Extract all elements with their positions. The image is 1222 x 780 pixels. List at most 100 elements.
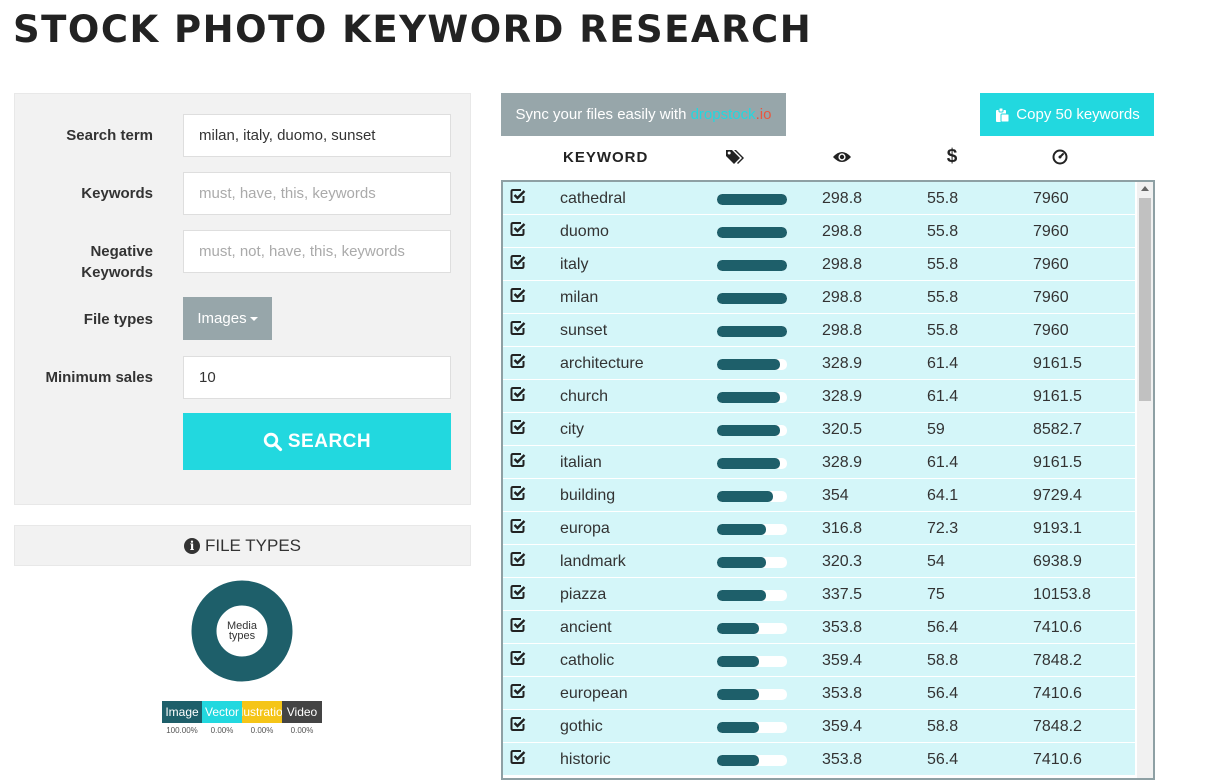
checkbox-checked-icon[interactable] (510, 386, 526, 402)
views-value: 328.9 (822, 388, 863, 405)
keyword-text: architecture (560, 355, 644, 372)
dropstock-link[interactable]: dropstock (691, 106, 756, 123)
legend-percent: 100.00% (166, 726, 198, 735)
caret-down-icon (249, 317, 258, 322)
table-row[interactable]: historic 353.8 56.4 7410.6 (503, 743, 1135, 776)
file-types-dropdown[interactable]: Images (183, 297, 272, 340)
checkbox-checked-icon[interactable] (510, 452, 526, 468)
table-row[interactable]: ancient 353.8 56.4 7410.6 (503, 611, 1135, 644)
relevance-bar (717, 392, 787, 403)
checkbox-checked-icon[interactable] (510, 749, 526, 765)
views-value: 353.8 (822, 619, 863, 636)
keyword-text: duomo (560, 223, 609, 240)
table-row[interactable]: architecture 328.9 61.4 9161.5 (503, 347, 1135, 380)
eye-icon[interactable] (831, 144, 853, 170)
search-button[interactable]: SEARCH (183, 413, 451, 470)
checkbox-checked-icon[interactable] (510, 617, 526, 633)
views-value: 359.4 (822, 718, 863, 735)
table-row[interactable]: milan 298.8 55.8 7960 (503, 281, 1135, 314)
search-term-input[interactable] (183, 114, 451, 157)
keyword-text: piazza (560, 586, 607, 603)
table-row[interactable]: gothic 359.4 58.8 7848.2 (503, 710, 1135, 743)
legend-item[interactable]: Video 0.00% (282, 701, 322, 735)
checkbox-checked-icon[interactable] (510, 254, 526, 270)
checkbox-checked-icon[interactable] (510, 485, 526, 501)
keyword-column-header[interactable]: KEYWORD (563, 144, 648, 170)
table-row[interactable]: city 320.5 59 8582.7 (503, 413, 1135, 446)
sales-value: 7960 (1033, 190, 1069, 207)
relevance-bar-fill (717, 755, 759, 766)
checkbox-checked-icon[interactable] (510, 188, 526, 204)
checkbox-checked-icon[interactable] (510, 221, 526, 237)
checkbox-checked-icon[interactable] (510, 716, 526, 732)
price-value: 61.4 (927, 355, 959, 372)
sales-value: 9161.5 (1033, 454, 1082, 471)
sales-value: 9161.5 (1033, 355, 1082, 372)
table-row[interactable]: italy 298.8 55.8 7960 (503, 248, 1135, 281)
keyword-text: milan (560, 289, 599, 306)
checkbox-checked-icon[interactable] (510, 683, 526, 699)
legend-item[interactable]: Illustration 0.00% (242, 701, 282, 735)
table-row[interactable]: duomo 298.8 55.8 7960 (503, 215, 1135, 248)
table-row[interactable]: europa 316.8 72.3 9193.1 (503, 512, 1135, 545)
checkbox-checked-icon[interactable] (510, 551, 526, 567)
table-row[interactable]: building 354 64.1 9729.4 (503, 479, 1135, 512)
table-row[interactable]: piazza 337.5 75 10153.8 (503, 578, 1135, 611)
relevance-bar-fill (717, 392, 780, 403)
relevance-bar (717, 689, 787, 700)
sales-value: 9161.5 (1033, 388, 1082, 405)
legend-item[interactable]: Image 100.00% (162, 701, 202, 735)
keywords-input[interactable] (183, 172, 451, 215)
relevance-bar-fill (717, 458, 780, 469)
legend-percent: 0.00% (210, 726, 234, 735)
sales-value: 9729.4 (1033, 487, 1082, 504)
sales-value: 10153.8 (1033, 586, 1091, 603)
views-value: 328.9 (822, 454, 863, 471)
negative-keywords-input[interactable] (183, 230, 451, 273)
checkbox-checked-icon[interactable] (510, 353, 526, 369)
copy-keywords-button[interactable]: Copy 50 keywords (980, 93, 1154, 136)
relevance-bar-fill (717, 623, 759, 634)
sales-value: 7960 (1033, 223, 1069, 240)
clipboard-icon (996, 107, 1010, 122)
relevance-bar (717, 425, 787, 436)
minimum-sales-input[interactable] (183, 356, 451, 399)
sales-value: 7410.6 (1033, 685, 1082, 702)
tags-icon[interactable] (724, 144, 748, 170)
table-row[interactable]: cathedral 298.8 55.8 7960 (503, 182, 1135, 215)
table-row[interactable]: catholic 359.4 58.8 7848.2 (503, 644, 1135, 677)
checkbox-checked-icon[interactable] (510, 518, 526, 534)
table-row[interactable]: landmark 320.3 54 6938.9 (503, 545, 1135, 578)
price-value: 55.8 (927, 256, 959, 273)
dollar-icon[interactable]: $ (943, 144, 961, 170)
table-scrollbar[interactable] (1137, 182, 1153, 778)
views-value: 328.9 (822, 355, 863, 372)
scroll-up-arrow-icon[interactable] (1141, 186, 1149, 191)
checkbox-checked-icon[interactable] (510, 650, 526, 666)
dropstock-link-tld[interactable]: .io (756, 106, 772, 123)
scroll-thumb[interactable] (1139, 198, 1151, 401)
keyword-text: italian (560, 454, 602, 471)
legend-item[interactable]: Vector 0.00% (202, 701, 242, 735)
price-value: 61.4 (927, 388, 959, 405)
sync-banner[interactable]: Sync your files easily with dropstock .io (501, 93, 786, 136)
price-value: 72.3 (927, 520, 959, 537)
table-row[interactable]: italian 328.9 61.4 9161.5 (503, 446, 1135, 479)
views-value: 337.5 (822, 586, 863, 603)
checkbox-checked-icon[interactable] (510, 419, 526, 435)
keywords-label: Keywords (81, 185, 153, 202)
relevance-bar-fill (717, 194, 787, 205)
checkbox-checked-icon[interactable] (510, 287, 526, 303)
checkbox-checked-icon[interactable] (510, 584, 526, 600)
table-row[interactable]: sunset 298.8 55.8 7960 (503, 314, 1135, 347)
table-row[interactable]: european 353.8 56.4 7410.6 (503, 677, 1135, 710)
search-form: Search term Keywords Negative Keywords F… (14, 93, 471, 505)
sales-value: 6938.9 (1033, 553, 1082, 570)
dashboard-icon[interactable] (1050, 144, 1070, 170)
table-row[interactable]: church 328.9 61.4 9161.5 (503, 380, 1135, 413)
keyword-text: catholic (560, 652, 615, 669)
views-value: 353.8 (822, 685, 863, 702)
relevance-bar (717, 458, 787, 469)
relevance-bar (717, 491, 787, 502)
checkbox-checked-icon[interactable] (510, 320, 526, 336)
